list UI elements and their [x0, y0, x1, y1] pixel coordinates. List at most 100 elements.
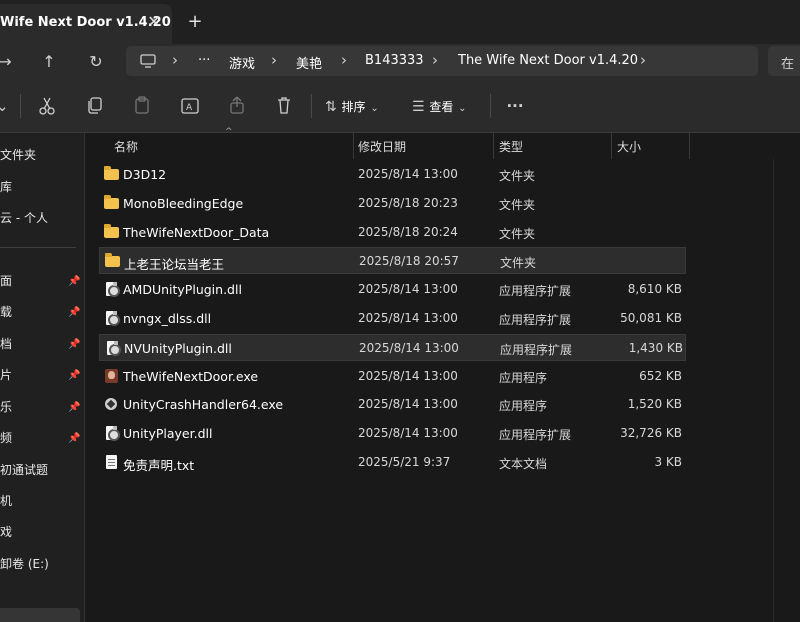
file-row[interactable]: MonoBleedingEdge 2025/8/18 20:23 文件夹	[99, 190, 686, 217]
sidebar-item-label: 片	[0, 368, 13, 382]
pin-icon: 📌	[68, 276, 81, 287]
chevron-right-icon[interactable]: ›	[640, 51, 646, 69]
file-row[interactable]: D3D12 2025/8/14 13:00 文件夹	[99, 161, 686, 188]
sidebar-item[interactable]: 载 📌	[0, 303, 80, 325]
file-type: 文件夹	[499, 197, 536, 212]
more-options-button[interactable]: ···	[503, 92, 527, 120]
file-date: 2025/8/14 13:00	[358, 311, 458, 325]
up-icon[interactable]: ↑	[36, 50, 62, 74]
refresh-icon[interactable]: ↻	[83, 50, 109, 74]
crash-handler-icon	[104, 397, 119, 411]
file-row[interactable]: TheWifeNextDoor.exe 2025/8/14 13:00 应用程序 65…	[99, 363, 686, 390]
file-date: 2025/8/14 13:00	[358, 368, 458, 383]
column-divider[interactable]	[353, 133, 354, 159]
text-file-icon	[104, 455, 119, 469]
folder-icon	[104, 223, 119, 239]
file-size: 32,726 KB	[620, 426, 682, 441]
breadcrumb-item[interactable]: 游戏	[229, 53, 255, 72]
file-row[interactable]: UnityPlayer.dll 2025/8/14 13:00 应用程序扩展 32,7…	[99, 420, 686, 447]
pin-icon: 📌	[68, 339, 81, 350]
tab-active[interactable]: Wife Next Door v1.4.20 ✕	[0, 4, 172, 44]
chevron-right-icon[interactable]: ›	[271, 51, 277, 69]
sidebar-item[interactable]: 初通试题	[0, 461, 80, 483]
sidebar-item[interactable]: 卸卷 (E:)	[0, 555, 80, 577]
rename-icon[interactable]: A	[180, 92, 200, 120]
file-row[interactable]: AMDUnityPlugin.dll 2025/8/14 13:00 应用程序扩展 8…	[99, 276, 686, 303]
file-type: 应用程序扩展	[499, 313, 572, 327]
file-name: TheWifeNextDoor.exe	[123, 368, 259, 384]
chevron-down-icon: ⌄	[458, 103, 467, 114]
dll-icon	[104, 426, 120, 442]
scrollbar[interactable]	[773, 159, 774, 622]
file-row[interactable]: TheWifeNextDoor_Data 2025/8/18 20:24 文件夹	[99, 219, 686, 246]
exe-icon	[104, 368, 119, 383]
chevron-right-icon[interactable]: ›	[432, 51, 438, 69]
dll-icon	[104, 311, 120, 326]
file-name: AMDUnityPlugin.dll	[123, 282, 242, 298]
breadcrumb-item[interactable]: 美艳	[296, 53, 322, 72]
sidebar-item[interactable]: 档 📌	[0, 335, 80, 357]
command-bar: ⌄ A ⇅ 排序 ⌄ ☰ 查看 ⌄ ···	[0, 80, 800, 133]
search-input[interactable]: 在	[768, 46, 800, 76]
sidebar-item[interactable]: 乐 📌	[0, 398, 80, 420]
toolbar-divider	[490, 94, 491, 118]
computer-icon	[140, 54, 156, 68]
folder-icon	[105, 253, 120, 268]
delete-icon[interactable]	[275, 92, 293, 120]
file-row[interactable]: nvngx_dlss.dll 2025/8/14 13:00 应用程序扩展 50,08…	[99, 305, 686, 332]
sidebar-item-selected[interactable]	[0, 608, 80, 622]
sidebar-item[interactable]: 机	[0, 492, 80, 514]
view-button[interactable]: ☰ 查看 ⌄	[412, 92, 478, 120]
file-size: 1,430 KB	[628, 340, 683, 355]
column-divider[interactable]	[493, 133, 494, 159]
file-row[interactable]: UnityCrashHandler64.exe 2025/8/14 13:00 应用…	[99, 391, 686, 418]
sidebar-item[interactable]: 片 📌	[0, 366, 80, 388]
sidebar-item[interactable]: 库	[0, 178, 80, 200]
file-name: D3D12	[123, 167, 167, 182]
close-tab-button[interactable]: ✕	[144, 12, 164, 32]
column-divider[interactable]	[689, 133, 690, 159]
sort-indicator-icon: ^	[225, 127, 233, 137]
file-date: 2025/8/14 13:00	[358, 167, 458, 181]
navigation-bar: → ↑ ↻ › ··· 游戏 › 美艳 › B143333 › The Wife…	[0, 44, 800, 80]
sidebar-item[interactable]: 戏	[0, 523, 80, 545]
chevron-right-icon[interactable]: ›	[172, 51, 178, 69]
breadcrumb-item[interactable]: The Wife Next Door v1.4.20	[458, 53, 638, 68]
sidebar-item[interactable]: 云 - 个人	[0, 209, 80, 231]
sidebar-item[interactable]: 文件夹	[0, 146, 80, 168]
file-name: UnityCrashHandler64.exe	[123, 397, 284, 413]
sidebar-item-label: 载	[0, 305, 13, 319]
address-bar[interactable]: › ··· 游戏 › 美艳 › B143333 › The Wife Next …	[126, 46, 758, 76]
folder-icon	[104, 166, 119, 181]
file-list: ^ 名称 修改日期 类型 大小 D3D12 2025/8/14 13:00 文件夹 M…	[85, 127, 800, 622]
sort-label: 排序	[341, 100, 366, 114]
dll-icon	[105, 340, 121, 356]
chevron-right-icon[interactable]: ›	[341, 51, 347, 69]
toolbar-divider	[311, 94, 312, 118]
sidebar-item[interactable]: 面 📌	[0, 272, 80, 294]
new-tab-button[interactable]: +	[183, 10, 207, 34]
paste-icon[interactable]	[133, 92, 151, 120]
file-size: 1,520 KB	[627, 397, 682, 412]
column-divider[interactable]	[611, 133, 612, 159]
file-type: 应用程序	[499, 370, 548, 385]
file-date: 2025/8/14 13:00	[358, 426, 458, 441]
file-date: 2025/8/18 20:57	[359, 254, 459, 269]
file-size: 8,610 KB	[627, 282, 682, 297]
file-row[interactable]: 上老王论坛当老王 2025/8/18 20:57 文件夹	[99, 247, 686, 275]
sidebar-item[interactable]: 频 📌	[0, 429, 80, 451]
sidebar-item-label: 文件夹	[0, 148, 37, 162]
breadcrumb-item[interactable]: B143333	[365, 53, 424, 68]
chevron-down-icon[interactable]: ⌄	[0, 92, 9, 120]
share-icon[interactable]	[228, 92, 246, 120]
sort-button[interactable]: ⇅ 排序 ⌄	[325, 92, 389, 120]
forward-icon[interactable]: →	[0, 50, 18, 74]
breadcrumb-more[interactable]: ···	[198, 53, 210, 68]
file-row[interactable]: NVUnityPlugin.dll 2025/8/14 13:00 应用程序扩展 1,…	[99, 333, 686, 361]
file-row[interactable]: 免责声明.txt 2025/5/21 9:37 文本文档 3 KB	[99, 449, 686, 476]
copy-icon[interactable]	[86, 92, 104, 120]
cut-icon[interactable]	[38, 92, 56, 120]
sidebar-item-label: 频	[0, 431, 13, 445]
tab-bar: Wife Next Door v1.4.20 ✕ +	[0, 0, 800, 44]
file-name: UnityPlayer.dll	[123, 426, 213, 442]
